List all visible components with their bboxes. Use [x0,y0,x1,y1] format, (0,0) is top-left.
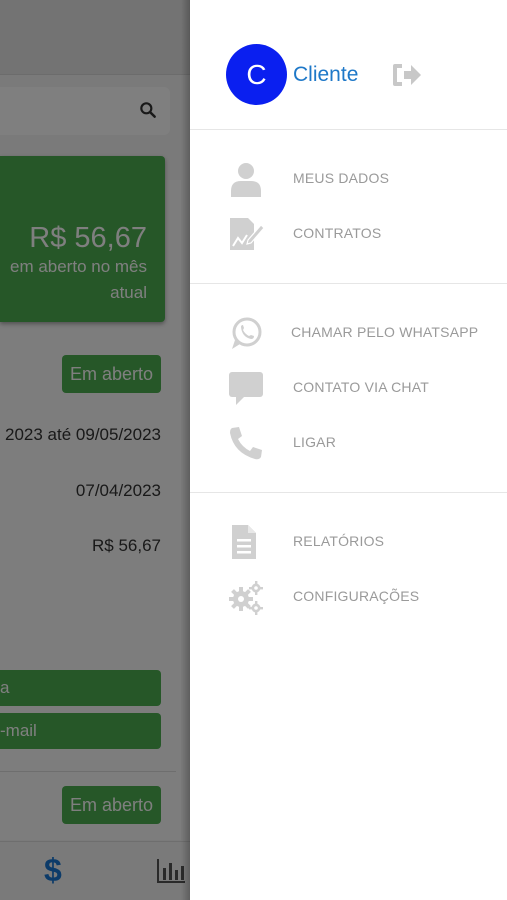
menu-item-label: MEUS DADOS [293,170,390,186]
menu-item-whatsapp[interactable]: CHAMAR PELO WHATSAPP [190,309,507,357]
avatar[interactable]: C [226,44,287,105]
logout-icon[interactable] [392,62,422,88]
menu-item-label: CHAMAR PELO WHATSAPP [291,324,479,340]
menu-item-configuracoes[interactable]: CONFIGURAÇÕES [190,573,507,621]
menu-item-chat[interactable]: CONTATO VIA CHAT [190,364,507,412]
drawer-divider [190,129,507,130]
menu-item-relatorios[interactable]: RELATÓRIOS [190,518,507,566]
drawer-divider [190,492,507,493]
navigation-drawer: C Cliente MEUS DADOS CONTRATOS CHAMAR PE… [190,0,507,900]
gears-icon [229,581,263,615]
menu-item-meus-dados[interactable]: MEUS DADOS [190,155,507,203]
menu-item-ligar[interactable]: LIGAR [190,419,507,467]
user-icon [231,163,261,197]
report-icon [232,525,256,559]
chat-icon [229,372,263,405]
menu-item-label: CONTRATOS [293,225,382,241]
contract-icon [230,218,264,250]
phone-icon [230,427,262,460]
menu-item-label: RELATÓRIOS [293,533,385,549]
menu-item-label: LIGAR [293,434,337,450]
drawer-divider [190,283,507,284]
menu-item-label: CONFIGURAÇÕES [293,588,420,604]
whatsapp-icon [232,317,262,349]
menu-item-contratos[interactable]: CONTRATOS [190,210,507,258]
user-name[interactable]: Cliente [293,63,358,87]
menu-item-label: CONTATO VIA CHAT [293,379,429,395]
